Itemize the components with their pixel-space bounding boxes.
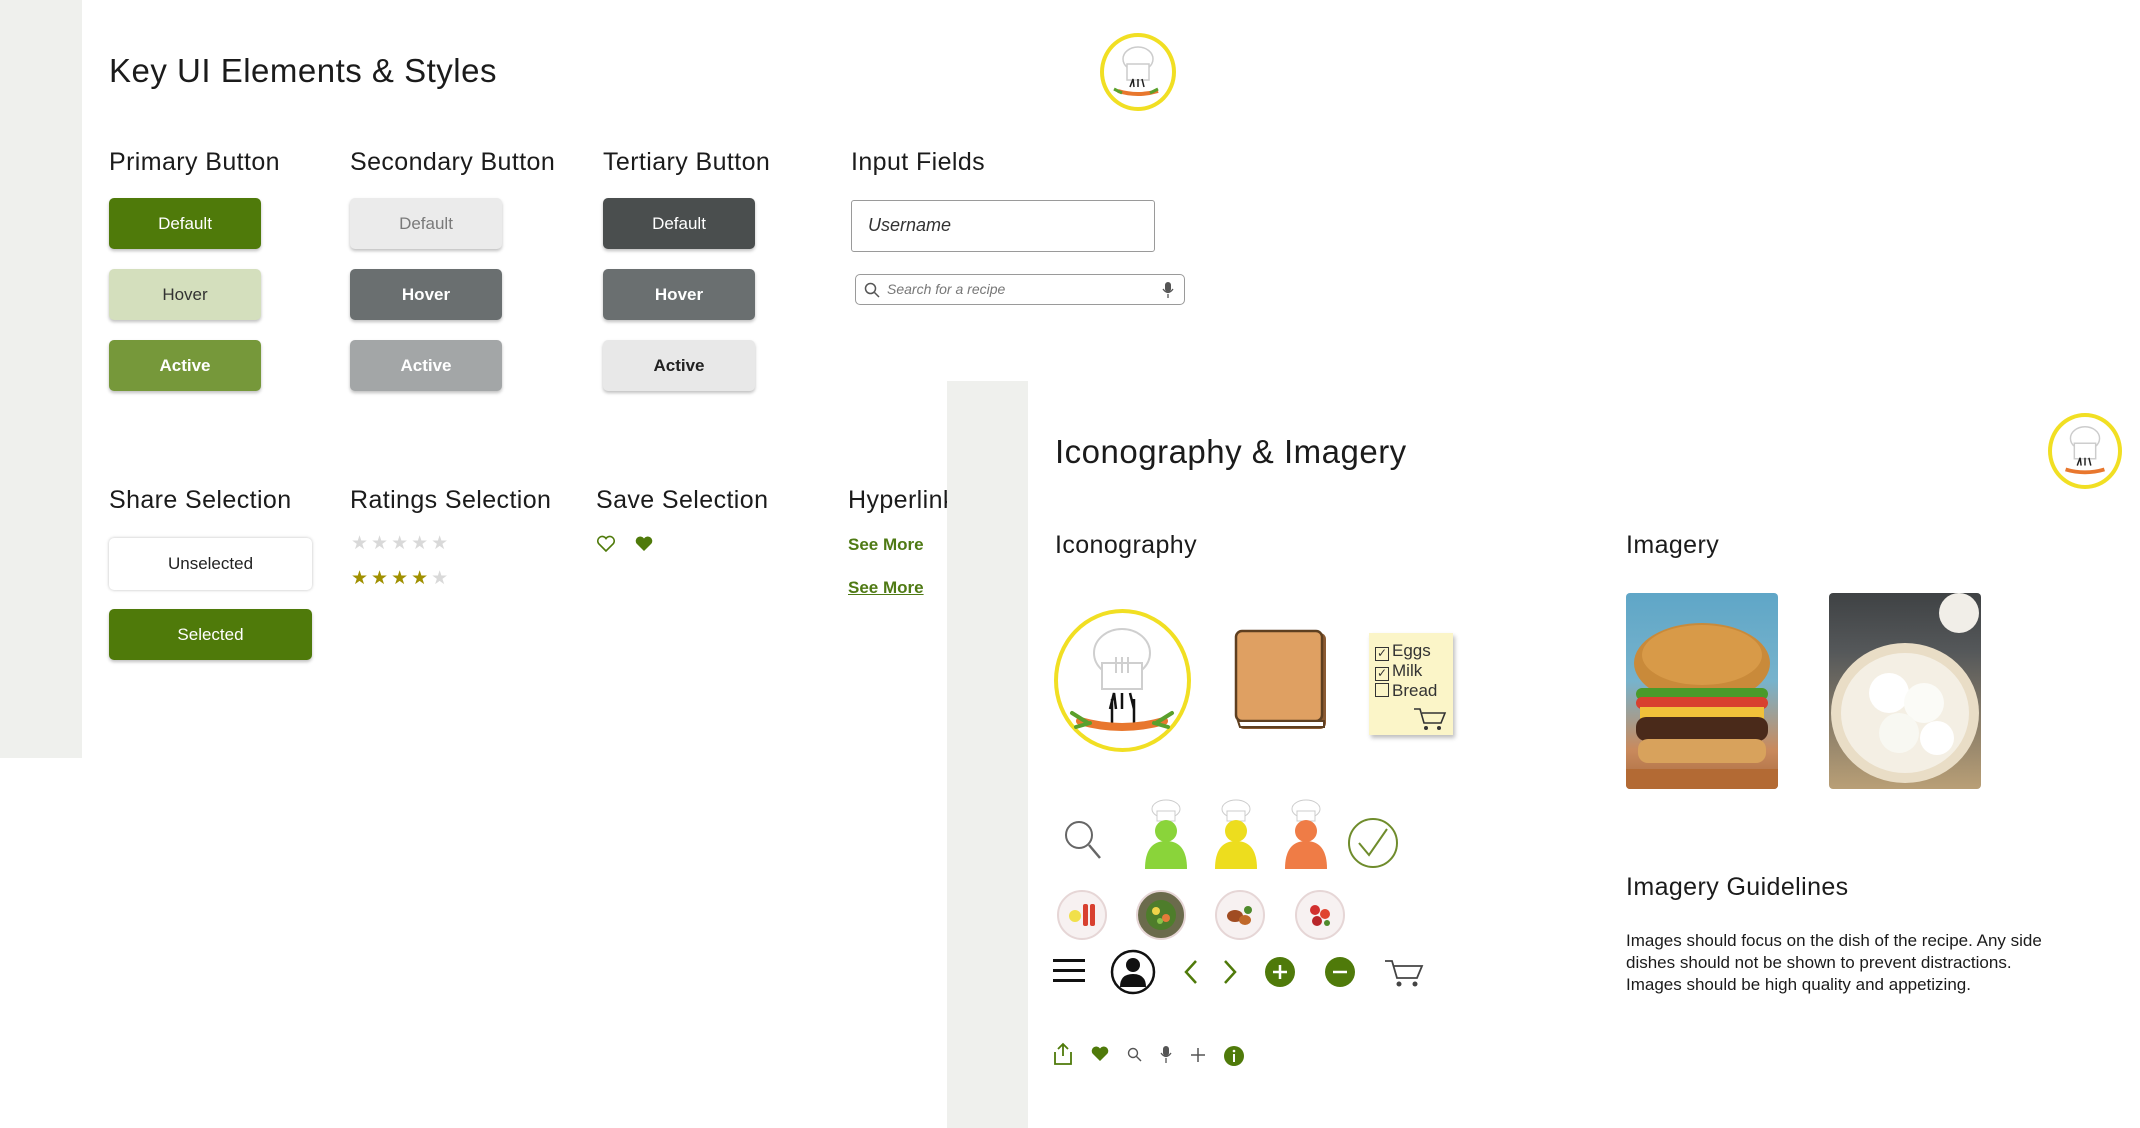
breakfast-plate-icon: [1057, 890, 1107, 940]
plus-icon[interactable]: [1190, 1047, 1206, 1063]
secondary-hover-button[interactable]: Hover: [350, 269, 502, 320]
logo-chef-icon: [1100, 33, 1176, 111]
primary-hover-button[interactable]: Hover: [109, 269, 261, 320]
imagery-heading: Imagery: [1626, 531, 1720, 559]
chef-avatar-green-icon: [1145, 799, 1187, 869]
tertiary-default-button[interactable]: Default: [603, 198, 755, 249]
checkmark-circle-icon[interactable]: [1347, 817, 1399, 869]
heart-icon[interactable]: [1090, 1045, 1110, 1063]
grocery-item: ✓ Milk: [1375, 661, 1423, 681]
guideline-line: dishes should not be shown to prevent di…: [1626, 953, 2012, 972]
imagery-guidelines-text: Images should focus on the dish of the r…: [1626, 930, 2106, 996]
username-field[interactable]: Username: [851, 200, 1155, 252]
fruit-plate-icon: [1295, 890, 1345, 940]
shopping-cart-icon[interactable]: [1384, 958, 1424, 988]
microphone-icon[interactable]: [1162, 281, 1174, 299]
search-placeholder: Search for a recipe: [887, 281, 1006, 297]
rating-stars-empty[interactable]: ★★★★★: [351, 532, 451, 555]
chef-avatar-yellow-icon: [1215, 799, 1257, 869]
tertiary-active-button[interactable]: Active: [603, 340, 755, 391]
dumplings-photo: [1829, 593, 1981, 789]
right-sheet-strip: [947, 381, 1028, 1128]
microphone-small-icon[interactable]: [1160, 1045, 1172, 1064]
imagery-guidelines-heading: Imagery Guidelines: [1626, 873, 1849, 901]
checkbox-checked-icon: ✓: [1375, 646, 1389, 661]
secondary-active-button[interactable]: Active: [350, 340, 502, 391]
chevron-right-icon[interactable]: [1222, 959, 1238, 985]
search-small-icon[interactable]: [1127, 1047, 1142, 1062]
share-selected-button[interactable]: Selected: [109, 609, 312, 660]
logo-chef-icon-small: [2048, 413, 2122, 489]
chef-avatar-orange-icon: [1285, 799, 1327, 869]
page-title: Key UI Elements & Styles: [109, 52, 497, 89]
ratings-selection-heading: Ratings Selection: [350, 486, 552, 514]
tertiary-hover-button[interactable]: Hover: [603, 269, 755, 320]
burger-photo: [1626, 593, 1778, 789]
username-placeholder: Username: [868, 215, 952, 235]
cart-icon: [1414, 708, 1447, 730]
primary-default-button[interactable]: Default: [109, 198, 261, 249]
right-sheet: Iconography & Imagery Iconography Imager…: [947, 381, 2140, 1128]
recipe-book-icon: [1234, 629, 1326, 729]
grocery-item: Bread: [1375, 681, 1437, 701]
share-icon[interactable]: [1053, 1042, 1073, 1066]
rating-star-remaining: ★: [431, 568, 452, 589]
recipe-search-field[interactable]: Search for a recipe: [855, 274, 1185, 305]
user-profile-icon[interactable]: [1110, 949, 1156, 995]
secondary-default-button[interactable]: Default: [350, 198, 502, 249]
info-icon[interactable]: [1223, 1045, 1245, 1067]
remove-circle-icon[interactable]: [1324, 956, 1356, 988]
meat-plate-icon: [1215, 890, 1265, 940]
tertiary-button-heading: Tertiary Button: [603, 148, 771, 176]
share-unselected-button[interactable]: Unselected: [109, 538, 312, 590]
iconography-heading: Iconography: [1055, 531, 1197, 559]
secondary-button-heading: Secondary Button: [350, 148, 556, 176]
see-more-link[interactable]: See More: [848, 535, 924, 555]
magnifier-icon[interactable]: [1063, 819, 1103, 861]
checkbox-empty-icon: [1375, 683, 1389, 697]
hamburger-menu-icon[interactable]: [1053, 958, 1085, 984]
chevron-left-icon[interactable]: [1183, 959, 1199, 985]
share-selection-heading: Share Selection: [109, 486, 292, 514]
rating-stars-filled: ★★★★: [351, 568, 432, 589]
heart-filled-icon[interactable]: [634, 535, 654, 553]
guideline-line: Images should focus on the dish of the r…: [1626, 931, 2042, 950]
grocery-item: ✓ Eggs: [1375, 641, 1431, 661]
chef-logo-large-icon: [1054, 609, 1191, 752]
search-icon: [864, 282, 880, 298]
add-circle-icon[interactable]: [1264, 956, 1296, 988]
rating-stars-selected[interactable]: ★★★★★: [351, 567, 451, 590]
see-more-link-hover[interactable]: See More: [848, 578, 924, 598]
input-fields-heading: Input Fields: [851, 148, 986, 176]
heart-outline-icon[interactable]: [596, 535, 616, 553]
right-sheet-title: Iconography & Imagery: [1055, 433, 1407, 470]
grocery-list-icon: ✓ Eggs ✓ Milk Bread: [1369, 633, 1453, 735]
salad-plate-icon: [1136, 890, 1186, 940]
primary-active-button[interactable]: Active: [109, 340, 261, 391]
left-sheet-strip: [0, 0, 82, 758]
save-selection-heading: Save Selection: [596, 486, 769, 514]
checkbox-checked-icon: ✓: [1375, 666, 1389, 681]
guideline-line: Images should be high quality and appeti…: [1626, 975, 1971, 994]
primary-button-heading: Primary Button: [109, 148, 280, 176]
